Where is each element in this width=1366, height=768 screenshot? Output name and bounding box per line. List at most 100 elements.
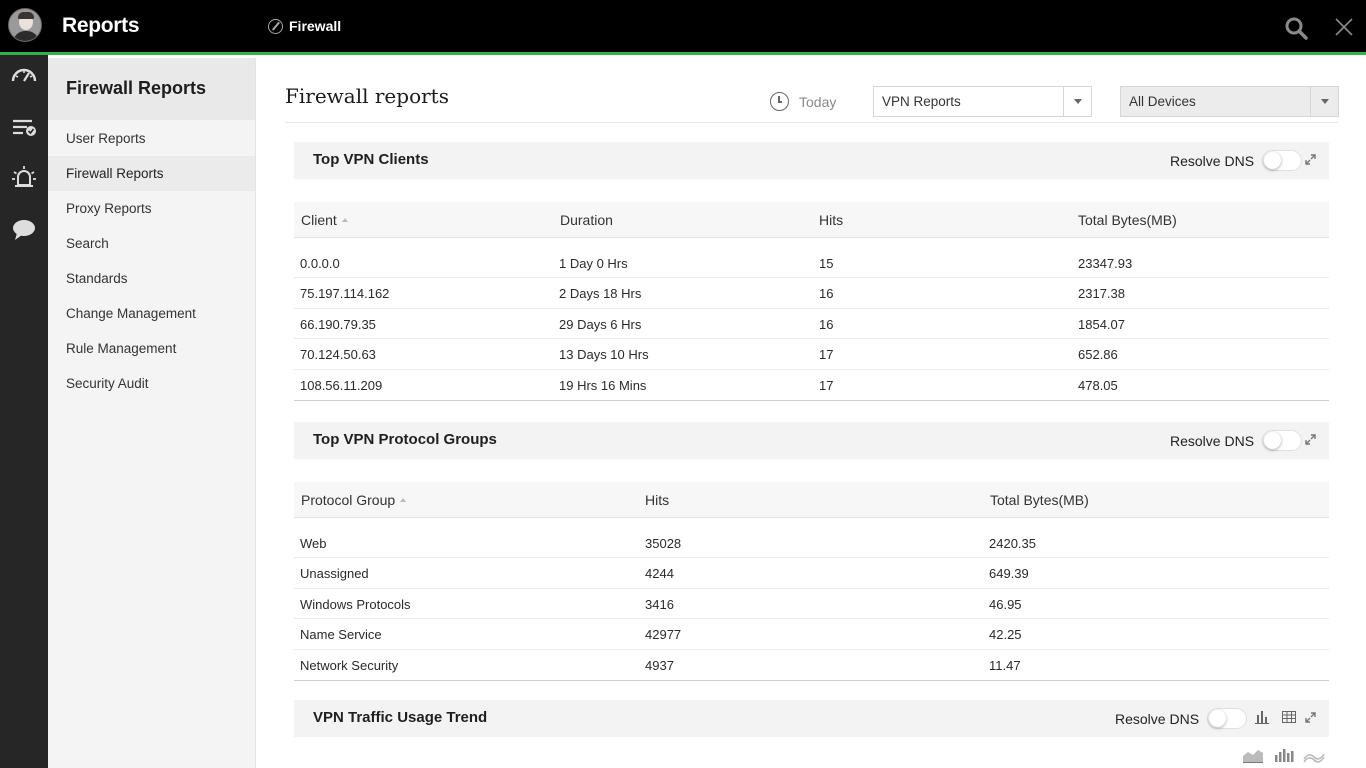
total-bytes-cell: 649.39 — [989, 566, 1029, 582]
table-row[interactable]: 66.190.79.35 29 Days 6 Hrs 16 1854.07 — [294, 309, 1329, 340]
period-selector[interactable]: Today — [770, 92, 836, 111]
table-row[interactable]: 108.56.11.209 19 Hrs 16 Mins 17 478.05 — [294, 370, 1329, 400]
sidebar-title: Firewall Reports — [48, 58, 255, 120]
main-content: Firewall reports Today VPN Reports All D… — [257, 58, 1366, 768]
client-cell: 75.197.114.162 — [300, 286, 390, 302]
total-bytes-cell: 1854.07 — [1078, 316, 1125, 332]
device-select[interactable]: All Devices — [1120, 86, 1339, 117]
resolve-dns-label: Resolve DNS — [1170, 432, 1255, 449]
total-bytes-cell: 46.95 — [989, 596, 1022, 612]
resolve-dns-label: Resolve DNS — [1115, 710, 1200, 727]
dashboard-icon[interactable] — [10, 61, 38, 89]
column-header-hits[interactable]: Hits — [645, 492, 669, 508]
total-bytes-cell: 2420.35 — [989, 536, 1036, 551]
panel-title: VPN Traffic Usage Trend — [313, 709, 488, 726]
top-vpn-clients-table: Client Duration Hits Total Bytes(MB) 0.0… — [294, 202, 1329, 401]
line-chart-icon[interactable] — [1303, 746, 1325, 764]
sidebar-menu: User Reports Firewall Reports Proxy Repo… — [48, 121, 255, 401]
sidebar-item-firewall-reports[interactable]: Firewall Reports — [48, 156, 255, 191]
expand-icon[interactable] — [1305, 712, 1316, 723]
period-label: Today — [799, 93, 837, 110]
sidebar-item-search[interactable]: Search — [48, 226, 255, 261]
alarms-icon[interactable] — [10, 163, 38, 191]
hits-cell: 16 — [819, 316, 834, 332]
resolve-dns-control: Resolve DNS — [1170, 150, 1303, 171]
table-body: Web 35028 2420.35 Unassigned 4244 649.39 Windo… — [294, 518, 1329, 681]
table-row[interactable]: Unassigned 4244 649.39 — [294, 558, 1329, 589]
search-icon[interactable] — [1284, 16, 1308, 40]
sidebar-item-rule-management[interactable]: Rule Management — [48, 331, 255, 366]
column-header-duration[interactable]: Duration — [560, 212, 613, 228]
hits-cell: 42977 — [645, 627, 682, 643]
duration-cell: 1 Day 0 Hrs — [559, 256, 628, 271]
hits-cell: 16 — [819, 286, 834, 302]
resolve-dns-toggle[interactable] — [1262, 150, 1303, 171]
module-breadcrumb[interactable]: Firewall — [268, 18, 341, 34]
table-view-icon[interactable] — [1281, 709, 1297, 725]
expand-icon[interactable] — [1305, 434, 1316, 445]
column-header-client[interactable]: Client — [301, 212, 348, 228]
hits-cell: 17 — [819, 347, 834, 363]
protocol-group-cell: Network Security — [300, 657, 399, 673]
table-row[interactable]: Windows Protocols 3416 46.95 — [294, 589, 1329, 620]
sort-icon — [400, 498, 407, 503]
sidebar: Firewall Reports User Reports Firewall R… — [48, 58, 256, 768]
total-bytes-cell: 23347.93 — [1078, 256, 1133, 271]
client-cell: 0.0.0.0 — [300, 256, 340, 271]
top-vpn-protocol-groups-header: Top VPN Protocol Groups Resolve DNS — [294, 422, 1329, 459]
table-row[interactable]: 70.124.50.63 13 Days 10 Hrs 17 652.86 — [294, 339, 1329, 370]
top-vpn-protocol-groups-table: Protocol Group Hits Total Bytes(MB) Web 3… — [294, 482, 1329, 681]
expand-icon[interactable] — [1305, 154, 1316, 165]
hits-cell: 15 — [819, 256, 834, 271]
resolve-dns-label: Resolve DNS — [1170, 152, 1255, 169]
table-row[interactable]: 75.197.114.162 2 Days 18 Hrs 16 2317.38 — [294, 278, 1329, 309]
resolve-dns-toggle[interactable] — [1207, 708, 1248, 729]
table-row[interactable]: 0.0.0.0 1 Day 0 Hrs 15 23347.93 — [294, 248, 1329, 279]
page-title: Firewall reports — [285, 84, 449, 108]
table-row[interactable]: Web 35028 2420.35 — [294, 528, 1329, 559]
column-chart-icon[interactable] — [1273, 746, 1295, 764]
column-header-hits[interactable]: Hits — [819, 212, 843, 228]
hits-cell: 4244 — [645, 566, 674, 582]
client-cell: 66.190.79.35 — [300, 316, 376, 332]
chat-icon[interactable] — [10, 215, 38, 243]
total-bytes-cell: 478.05 — [1078, 377, 1118, 393]
user-avatar[interactable] — [8, 8, 42, 42]
title-divider — [285, 122, 1338, 123]
protocol-group-cell: Unassigned — [300, 566, 369, 582]
table-body: 0.0.0.0 1 Day 0 Hrs 15 23347.93 75.197.114.1… — [294, 238, 1329, 401]
area-chart-icon[interactable] — [1242, 746, 1264, 764]
sidebar-item-change-management[interactable]: Change Management — [48, 296, 255, 331]
top-bar: Reports Firewall — [0, 0, 1366, 55]
table-row[interactable]: Name Service 42977 42.25 — [294, 619, 1329, 650]
sidebar-item-proxy-reports[interactable]: Proxy Reports — [48, 191, 255, 226]
duration-cell: 2 Days 18 Hrs — [559, 286, 642, 302]
top-vpn-clients-header: Top VPN Clients Resolve DNS — [294, 142, 1329, 179]
sort-icon — [341, 218, 348, 223]
report-type-value: VPN Reports — [882, 94, 961, 109]
bar-chart-icon[interactable] — [1254, 709, 1270, 725]
total-bytes-cell: 42.25 — [989, 627, 1022, 643]
sidebar-item-security-audit[interactable]: Security Audit — [48, 366, 255, 401]
device-value: All Devices — [1129, 94, 1196, 109]
vpn-traffic-trend-header: VPN Traffic Usage Trend Resolve DNS — [294, 700, 1329, 737]
hits-cell: 4937 — [645, 657, 674, 673]
chevron-down-icon[interactable] — [1310, 87, 1338, 116]
duration-cell: 19 Hrs 16 Mins — [559, 377, 647, 393]
chevron-down-icon[interactable] — [1063, 87, 1091, 116]
report-type-select[interactable]: VPN Reports — [873, 86, 1092, 117]
reports-icon[interactable] — [10, 113, 38, 141]
column-header-total-bytes[interactable]: Total Bytes(MB) — [1078, 212, 1177, 228]
protocol-group-cell: Name Service — [300, 627, 382, 643]
column-header-protocol-group[interactable]: Protocol Group — [301, 492, 407, 508]
total-bytes-cell: 2317.38 — [1078, 286, 1125, 302]
sidebar-item-user-reports[interactable]: User Reports — [48, 121, 255, 156]
resolve-dns-toggle[interactable] — [1262, 430, 1303, 451]
close-icon[interactable] — [1331, 14, 1357, 40]
client-cell: 108.56.11.209 — [300, 377, 383, 393]
table-row[interactable]: Network Security 4937 11.47 — [294, 650, 1329, 680]
sidebar-item-standards[interactable]: Standards — [48, 261, 255, 296]
table-header: Protocol Group Hits Total Bytes(MB) — [294, 482, 1329, 518]
column-header-total-bytes[interactable]: Total Bytes(MB) — [990, 492, 1089, 508]
module-label: Firewall — [289, 18, 342, 34]
